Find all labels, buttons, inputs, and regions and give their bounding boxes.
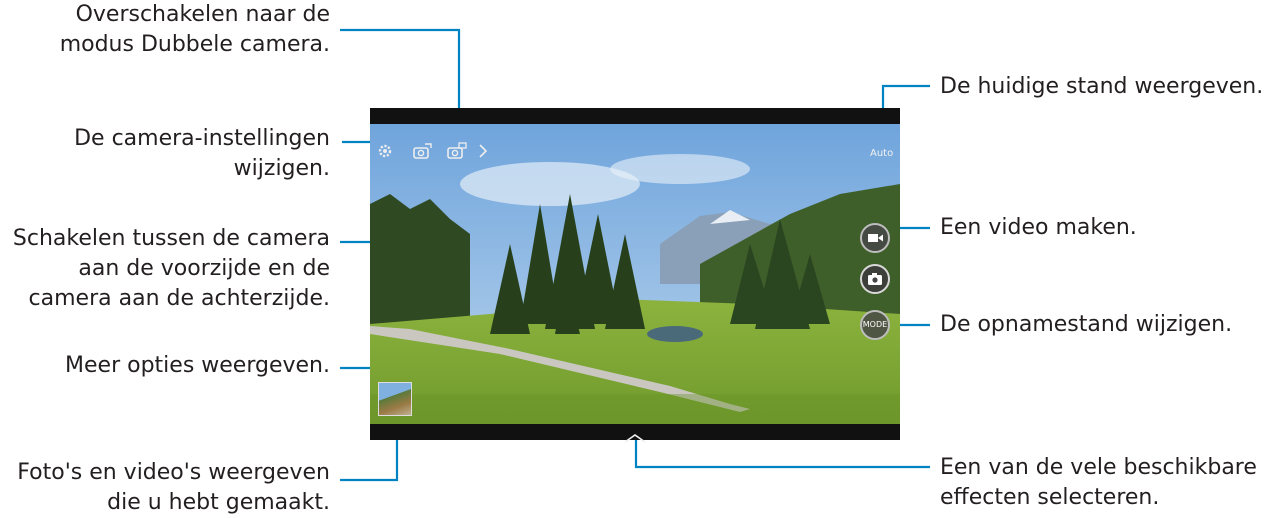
annotation-more-options: Meer opties weergeven. (65, 353, 330, 378)
annotation-dual-camera: Overschakelen naar de modus Dubbele came… (59, 2, 330, 57)
gear-icon[interactable] (376, 142, 398, 160)
chevron-up-icon[interactable] (622, 428, 648, 443)
video-camera-icon (868, 234, 883, 242)
shutter-button[interactable] (860, 264, 890, 294)
landscape-preview (370, 124, 900, 424)
annotation-gallery: Foto's en video's weergeven die u hebt g… (17, 460, 330, 515)
current-mode-label: Auto (870, 148, 894, 159)
camera-viewfinder: Auto MODE (370, 124, 900, 424)
annotation-record-video: Een video maken. (940, 215, 1137, 240)
switch-camera-icon[interactable] (411, 142, 433, 160)
annotation-settings: De camera-instellingen wijzigen. (74, 126, 330, 181)
annotation-effects: Een van de vele beschikbare effecten sel… (940, 455, 1257, 510)
annotation-current-mode: De huidige stand weergeven. (940, 74, 1264, 99)
annotation-switch-camera: Schakelen tussen de camera aan de voorzi… (12, 226, 330, 311)
chevron-right-icon[interactable] (476, 142, 498, 160)
camera-device: Auto MODE (370, 108, 900, 443)
gallery-thumbnail[interactable] (378, 382, 412, 416)
annotation-change-mode: De opnamestand wijzigen. (940, 312, 1233, 337)
dual-camera-icon[interactable] (446, 142, 468, 160)
video-button[interactable] (860, 223, 890, 253)
camera-icon (868, 273, 882, 285)
mode-button[interactable]: MODE (860, 310, 890, 340)
